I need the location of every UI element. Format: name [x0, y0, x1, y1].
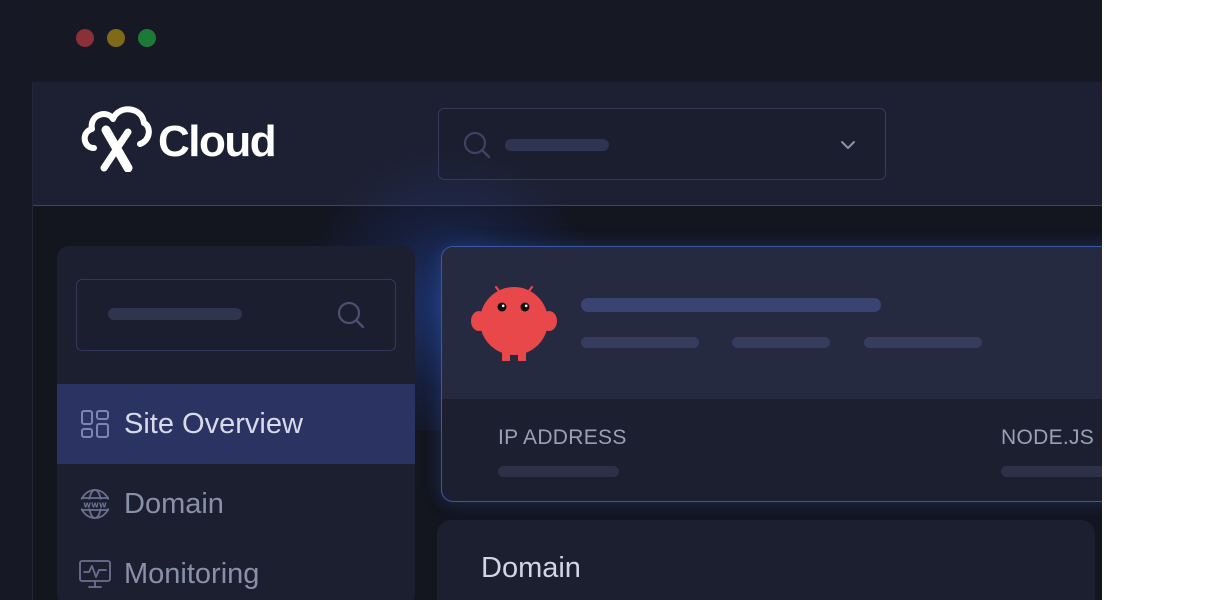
app-window: Cloud Site Overview www Domain Monitorin…: [0, 0, 1102, 600]
sidebar: Site Overview www Domain Monitoring: [57, 246, 415, 600]
brand-name: Cloud: [158, 117, 277, 166]
ip-address-label: IP ADDRESS: [498, 426, 627, 449]
sidebar-item-site-overview[interactable]: Site Overview: [57, 384, 415, 464]
nodejs-value-bar: [1001, 466, 1102, 477]
minimize-window-button[interactable]: [107, 29, 125, 47]
window-edge: [0, 0, 33, 600]
globe-www-icon: www: [78, 487, 112, 521]
site-meta-bar: [732, 337, 830, 348]
red-creature-avatar-icon: [470, 283, 558, 368]
svg-text:www: www: [83, 501, 107, 511]
maximize-window-button[interactable]: [138, 29, 156, 47]
monitor-pulse-icon: [78, 557, 112, 591]
sidebar-item-label: Domain: [124, 487, 224, 520]
chevron-down-icon[interactable]: [839, 138, 857, 156]
title-bar: [32, 0, 1102, 82]
site-overview-card[interactable]: IP ADDRESS NODE.JS: [441, 246, 1102, 502]
search-icon: [337, 301, 365, 334]
sidebar-item-label: Site Overview: [124, 407, 303, 440]
domain-section: Domain: [437, 520, 1095, 600]
nodejs-label: NODE.JS: [1001, 426, 1095, 449]
sidebar-item-monitoring[interactable]: Monitoring: [57, 534, 415, 600]
sidebar-item-label: Monitoring: [124, 557, 260, 590]
sidebar-search-input[interactable]: [76, 279, 396, 351]
ip-address-value-bar: [498, 466, 619, 477]
search-placeholder-bar: [108, 308, 242, 320]
x-cloud-logo-icon: [80, 102, 152, 177]
grid-dashboard-icon: [78, 407, 112, 441]
brand-logo[interactable]: Cloud: [80, 102, 277, 177]
site-name-bar: [581, 298, 881, 312]
close-window-button[interactable]: [76, 29, 94, 47]
site-card-header: [442, 247, 1102, 399]
site-meta-bar: [864, 337, 982, 348]
domain-section-title: Domain: [481, 552, 581, 584]
sidebar-item-domain[interactable]: www Domain: [57, 464, 415, 544]
site-meta-bar: [581, 337, 699, 348]
